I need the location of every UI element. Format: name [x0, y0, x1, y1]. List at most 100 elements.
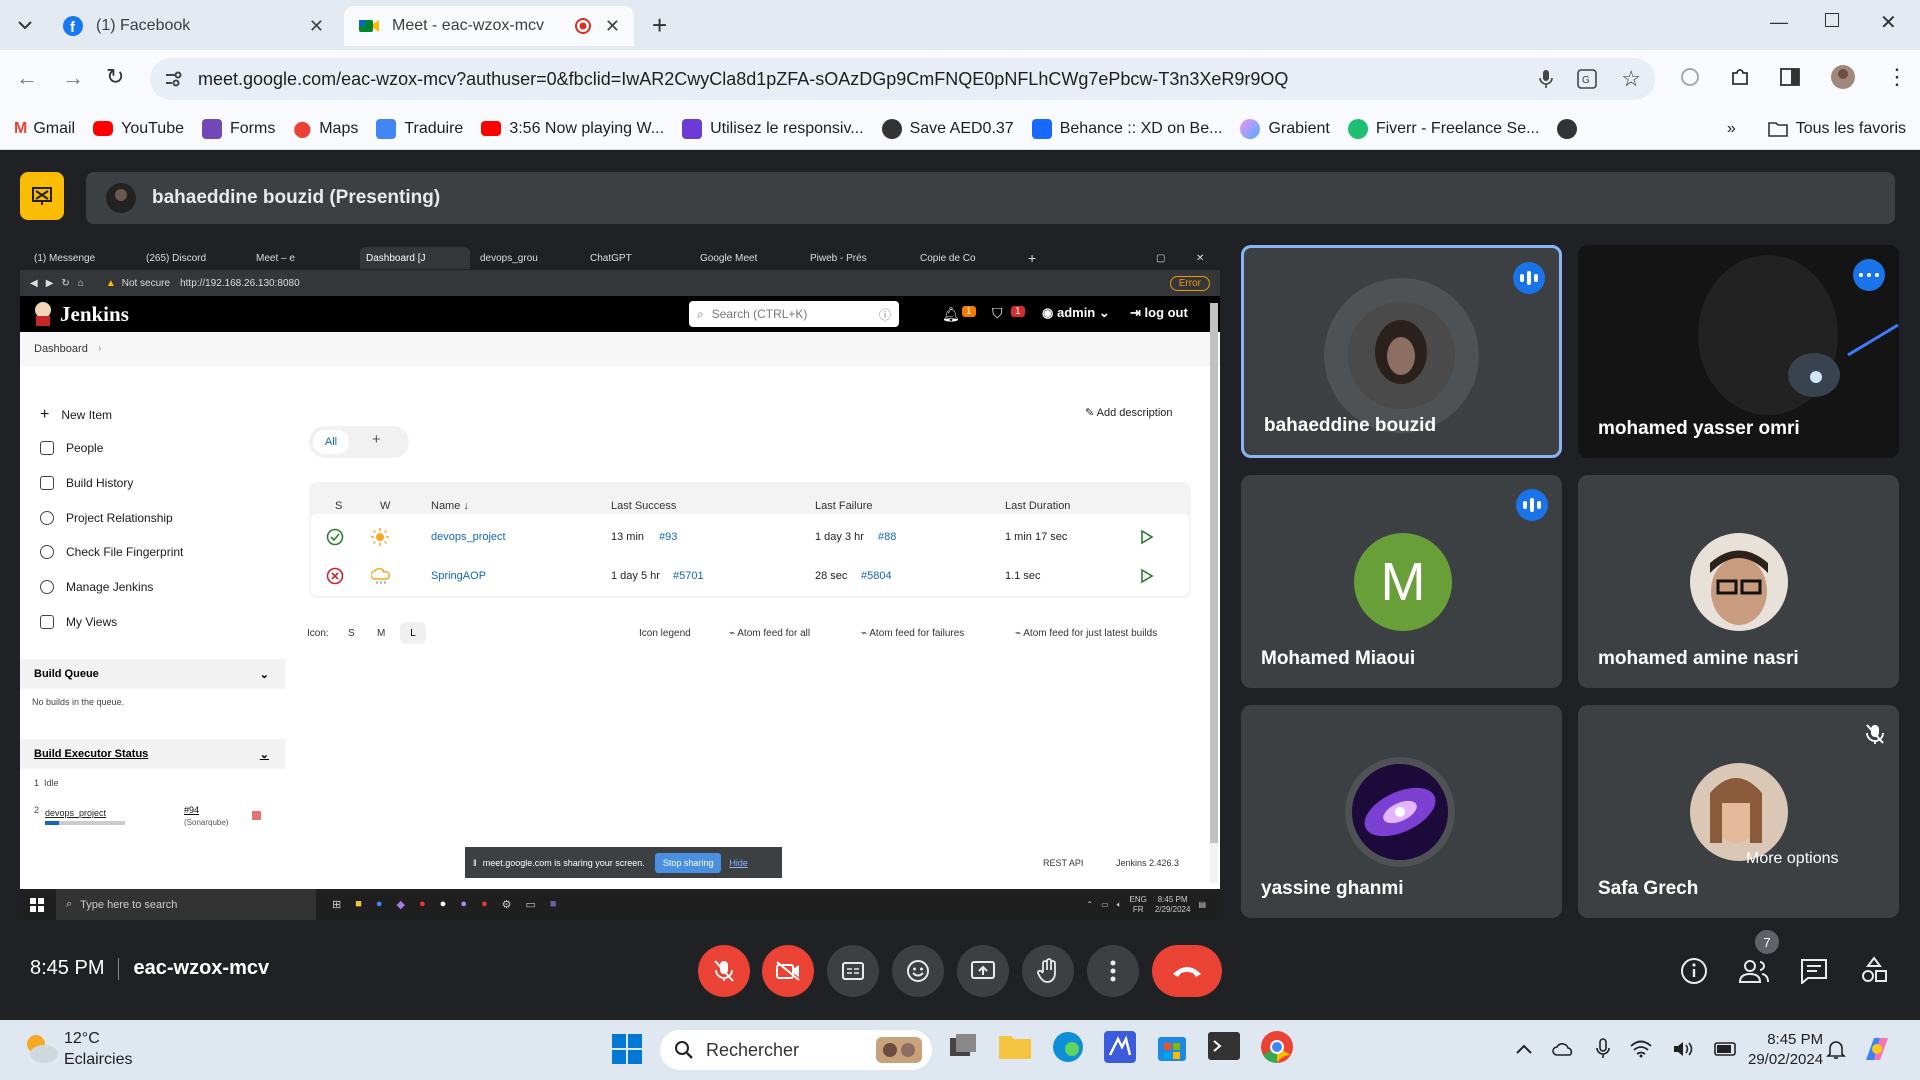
participant-tile-mohamed-amine[interactable]: mohamed amine nasri	[1578, 475, 1899, 688]
windows-search-box[interactable]: Rechercher	[660, 1030, 932, 1070]
user-menu[interactable]: ◉ admin ⌄	[1042, 305, 1110, 321]
visual-studio-icon[interactable]: ◆	[397, 898, 405, 911]
volume-icon[interactable]: 🔈︎	[1117, 900, 1122, 910]
more-bookmarks-icon[interactable]: »	[1727, 120, 1736, 138]
participant-tile-mohamed-miaoui[interactable]: M Mohamed Miaoui	[1241, 475, 1562, 688]
side-panel-icon[interactable]	[1780, 68, 1800, 86]
weather-icon[interactable]	[20, 1028, 60, 1068]
bookmark-save[interactable]: Save AED0.37	[881, 118, 1014, 139]
sidebar-item-my-views[interactable]: My Views	[40, 615, 117, 629]
help-icon[interactable]: ⓘ	[879, 306, 891, 323]
close-window-icon[interactable]: ✕	[1880, 10, 1897, 35]
app-icon[interactable]: ●	[481, 898, 488, 911]
maximize-icon[interactable]: ▢	[1150, 247, 1170, 269]
activities-icon[interactable]	[1860, 956, 1888, 984]
jenkins-brand[interactable]: Jenkins	[60, 302, 129, 327]
participant-tile-mohamed-yasser[interactable]: mohamed yasser omri	[1578, 245, 1899, 458]
file-explorer-icon[interactable]	[998, 1032, 1032, 1062]
jenkins-logo-icon[interactable]	[32, 300, 54, 328]
column-last-failure[interactable]: Last Failure	[815, 500, 872, 512]
minimize-icon[interactable]: —	[1770, 12, 1788, 33]
task-view-icon[interactable]: ⊞	[332, 898, 341, 911]
build-queue-header[interactable]: Build Queue ⌄	[20, 659, 285, 689]
reload-icon[interactable]: ↻	[106, 64, 124, 90]
participant-tile-safa[interactable]: More options Safa Grech	[1578, 705, 1899, 918]
add-description-link[interactable]: ✎ Add description	[1085, 406, 1173, 419]
tab-meet[interactable]: Meet - eac-wzox-mcv ✕	[344, 6, 634, 46]
meeting-info-icon[interactable]	[1680, 957, 1708, 985]
github-icon[interactable]: ●	[460, 898, 467, 911]
logout-button[interactable]: ⇥ log out	[1130, 305, 1188, 321]
chrome-icon[interactable]: ●	[376, 898, 383, 911]
jenkins-search-input[interactable]: ⌕ Search (CTRL+K) ⓘ	[689, 301, 899, 327]
chat-icon[interactable]	[1800, 958, 1828, 984]
inner-tab-active[interactable]: Dashboard [J	[360, 247, 470, 269]
visual-studio-code-icon[interactable]	[1104, 1031, 1136, 1063]
chrome-icon[interactable]	[1260, 1030, 1294, 1064]
forward-icon[interactable]: →	[62, 65, 84, 91]
bookmark-forms[interactable]: Forms	[201, 118, 275, 139]
back-icon[interactable]: ←	[16, 65, 38, 91]
shield-icon[interactable]: ⛉	[992, 305, 1003, 322]
stop-sharing-button[interactable]: Stop sharing	[654, 852, 722, 873]
windows-start-icon[interactable]	[30, 897, 44, 912]
atom-feed-latest-link[interactable]: ⌁ Atom feed for just latest builds	[1015, 628, 1157, 639]
error-badge[interactable]: Error	[1169, 275, 1210, 291]
icon-size-l[interactable]: L	[400, 622, 426, 644]
bookmark-youtube-playing[interactable]: 3:56 Now playing W...	[481, 120, 664, 138]
sidebar-item-new-item[interactable]: + New Item	[40, 406, 112, 424]
maximize-icon[interactable]	[1825, 13, 1839, 27]
edge-icon[interactable]	[1052, 1031, 1084, 1063]
tab-facebook[interactable]: f (1) Facebook ✕	[48, 6, 338, 46]
atom-feed-failures-link[interactable]: ⌁ Atom feed for failures	[861, 628, 964, 639]
raise-hand-button[interactable]	[1022, 945, 1074, 997]
chevron-down-icon[interactable]: ⌄	[260, 748, 269, 761]
notification-bell-icon[interactable]	[1826, 1038, 1846, 1060]
stop-build-icon[interactable]	[252, 811, 261, 820]
bookmark-youtube[interactable]: YouTube	[93, 120, 184, 138]
bookmark-responsive[interactable]: Utilisez le responsiv...	[682, 118, 864, 139]
column-status[interactable]: S	[335, 500, 342, 512]
leave-call-button[interactable]	[1152, 945, 1222, 997]
executor-job-link[interactable]: devops_project	[45, 808, 106, 818]
profile-avatar[interactable]	[1830, 64, 1856, 90]
close-icon[interactable]: ✕	[1190, 247, 1210, 269]
inner-clock[interactable]: 8:45 PM 2/29/2024	[1155, 895, 1191, 914]
present-screen-button[interactable]	[957, 945, 1009, 997]
all-bookmarks[interactable]: Tous les favoris	[1767, 120, 1906, 138]
captions-button[interactable]	[827, 945, 879, 997]
terminal-icon[interactable]	[1208, 1032, 1240, 1062]
icon-size-m[interactable]: M	[377, 628, 385, 639]
jenkins-version[interactable]: Jenkins 2.426.3	[1116, 858, 1179, 868]
close-icon[interactable]: ✕	[605, 16, 620, 37]
column-last-duration[interactable]: Last Duration	[1005, 500, 1070, 512]
copilot-icon[interactable]	[1862, 1034, 1892, 1064]
windows-start-icon[interactable]	[612, 1034, 642, 1064]
teams-icon[interactable]: ■	[550, 898, 557, 911]
microphone-icon[interactable]	[1596, 1038, 1610, 1060]
site-info-icon[interactable]	[164, 71, 182, 87]
bookmark-behance[interactable]: Behance :: XD on Be...	[1031, 118, 1222, 139]
presentation-icon[interactable]	[20, 172, 64, 220]
column-weather[interactable]: W	[380, 500, 390, 512]
terminal-icon[interactable]: ▭	[526, 898, 536, 911]
wifi-icon[interactable]	[1630, 1040, 1652, 1058]
participant-tile-bahaeddine[interactable]: bahaeddine bouzid	[1241, 245, 1562, 458]
build-link[interactable]: #5701	[673, 570, 704, 582]
inner-tab[interactable]: (265) Discord	[140, 247, 248, 269]
scrollbar[interactable]	[1210, 303, 1218, 883]
system-clock[interactable]: 8:45 PM 29/02/2024	[1748, 1030, 1823, 1070]
onedrive-icon[interactable]	[1552, 1041, 1576, 1057]
omnibox[interactable]: meet.google.com/eac-wzox-mcv?authuser=0&…	[150, 58, 1655, 100]
inner-url[interactable]: http://192.168.26.130:8080	[180, 278, 300, 289]
participant-tile-yassine[interactable]: yassine ghanmi	[1241, 705, 1562, 918]
puzzle-icon[interactable]	[1730, 67, 1750, 87]
microsoft-store-icon[interactable]	[1156, 1031, 1188, 1063]
translate-icon[interactable]: G	[1577, 69, 1598, 89]
app-icon[interactable]: ●	[440, 898, 447, 911]
more-options-tooltip[interactable]: More options	[1746, 850, 1839, 868]
play-build-icon[interactable]	[1140, 568, 1154, 584]
atom-feed-all-link[interactable]: ⌁ Atom feed for all	[729, 628, 810, 639]
icon-size-s[interactable]: S	[348, 628, 355, 639]
inner-tab[interactable]: Copie de Co	[914, 247, 1022, 269]
